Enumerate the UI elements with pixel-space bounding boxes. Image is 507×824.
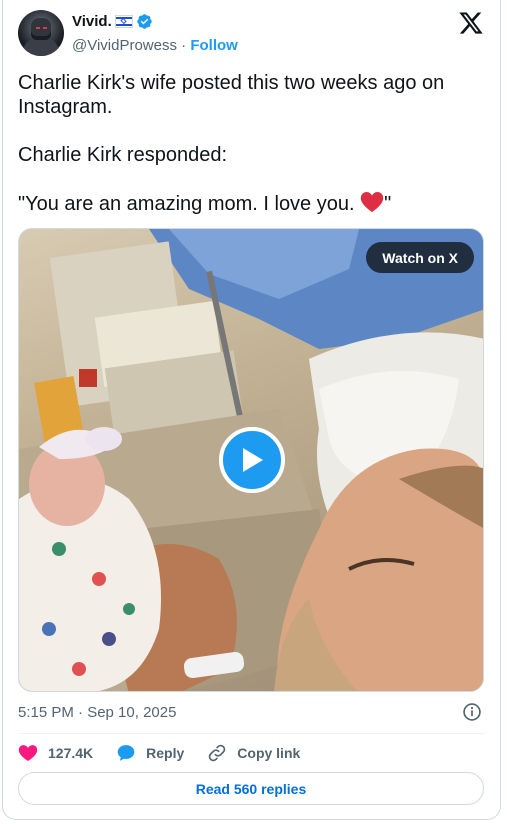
like-count: 127.4K	[48, 745, 94, 761]
tweet-line-1: Charlie Kirk's wife posted this two week…	[18, 72, 445, 118]
reply-bubble-icon	[117, 745, 135, 761]
author-handle-row: @VividProwess · Follow	[72, 37, 238, 54]
author-display-name[interactable]: Vivid.	[72, 13, 112, 30]
read-replies-button[interactable]: Read 560 replies	[18, 772, 484, 805]
play-icon	[243, 448, 263, 472]
quote-text: "You are an amazing mom. I love you.	[18, 193, 361, 215]
avatar[interactable]	[18, 10, 64, 56]
link-icon	[209, 744, 226, 762]
follow-button[interactable]: Follow	[190, 37, 238, 54]
author-handle[interactable]: @VividProwess	[72, 37, 177, 54]
red-heart-emoji-icon	[360, 192, 384, 212]
watch-on-x-button[interactable]: Watch on X	[366, 242, 474, 273]
tweet-line-3: "You are an amazing mom. I love you. "	[18, 191, 488, 216]
like-button[interactable]: 127.4K	[18, 743, 93, 763]
tweet-text: Charlie Kirk's wife posted this two week…	[18, 71, 488, 216]
quote-close: "	[384, 193, 392, 215]
israel-flag-icon	[114, 15, 133, 28]
reply-button[interactable]: Reply	[116, 743, 184, 763]
divider	[18, 733, 484, 734]
copy-link-button[interactable]: Copy link	[207, 743, 300, 763]
x-logo-icon[interactable]	[458, 10, 484, 36]
info-icon[interactable]	[462, 702, 482, 722]
action-bar: 127.4K Reply Copy link	[18, 742, 323, 764]
tweet-timestamp[interactable]: 5:15 PM · Sep 10, 2025	[18, 704, 176, 721]
video-media[interactable]: Watch on X	[18, 228, 484, 692]
play-button[interactable]	[219, 427, 285, 493]
tweet-line-2: Charlie Kirk responded:	[18, 144, 227, 166]
heart-icon	[18, 745, 38, 761]
author-name-row[interactable]: Vivid.	[72, 13, 153, 30]
copy-link-label: Copy link	[237, 745, 301, 761]
reply-label: Reply	[146, 745, 185, 761]
verified-badge-icon	[136, 14, 152, 29]
separator-dot: ·	[181, 37, 187, 54]
